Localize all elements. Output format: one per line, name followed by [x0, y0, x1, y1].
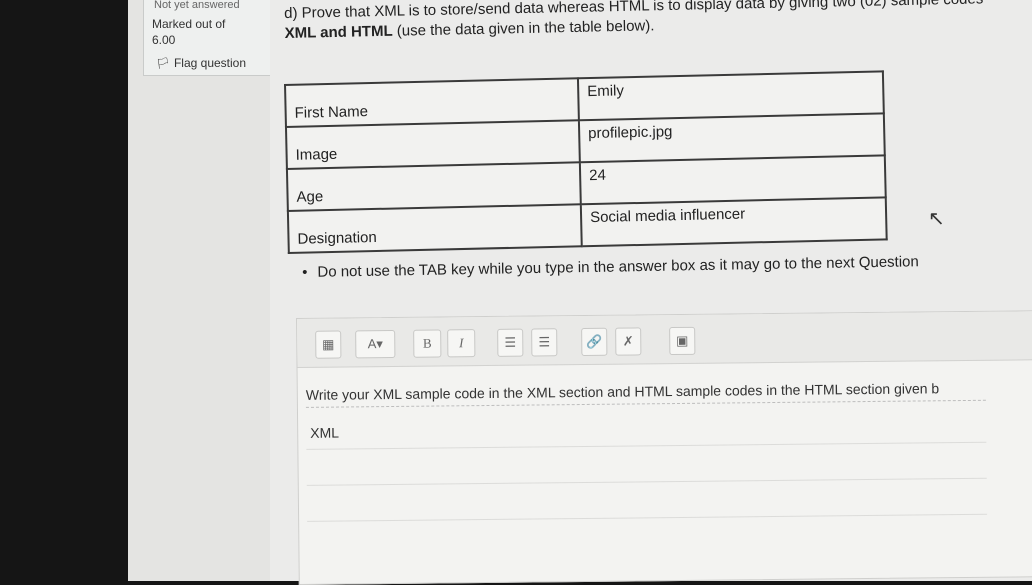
editor-line-2: XML — [310, 424, 340, 441]
row-label: First Name — [285, 78, 579, 127]
editor-content[interactable]: Write your XML sample code in the XML se… — [306, 359, 1032, 581]
row-label: Image — [285, 120, 580, 169]
italic-icon: I — [459, 335, 464, 351]
bold-button[interactable]: B — [413, 329, 442, 358]
editor-line-1: Write your XML sample code in the XML se… — [305, 380, 940, 403]
link-button[interactable]: 🔗 — [581, 327, 608, 357]
bullet-list-button[interactable]: ☰ — [497, 328, 524, 357]
font-color-button[interactable]: A▾ — [355, 329, 396, 359]
bullet-list-icon: ☰ — [504, 334, 517, 350]
data-table: First Name Emily Image profilepic.jpg Ag… — [284, 70, 888, 254]
toolbar-toggle-button[interactable]: ▦ — [315, 330, 342, 359]
bullet-dot: • — [302, 263, 308, 281]
answer-editor[interactable]: ▦ A▾ B I ☰ ☰ 🔗 ✗ ▣ Write your XML sample… — [296, 310, 1032, 585]
flag-label: Flag question — [173, 56, 247, 70]
numbered-list-button[interactable]: ☰ — [531, 328, 558, 357]
flag-question-link[interactable]: 🏳 Flag question — [156, 56, 246, 70]
editor-rule — [306, 441, 987, 450]
marked-label: Marked out of — [152, 17, 226, 31]
flag-icon: 🏳 — [156, 58, 170, 70]
row-label: Age — [286, 162, 581, 211]
unlink-icon: ✗ — [622, 333, 634, 349]
editor-rule — [307, 513, 988, 522]
question-status: Not yet answered — [154, 0, 240, 11]
numbered-list-icon: ☰ — [538, 334, 551, 350]
marked-value: 6.00 — [152, 33, 176, 47]
font-color-icon: A — [367, 336, 377, 352]
mouse-cursor-icon: ↖ — [928, 208, 945, 230]
row-value: profilepic.jpg — [578, 113, 885, 163]
editor-rule — [306, 477, 987, 486]
question-info-box: Not yet answered Marked out of 6.00 🏳 Fla… — [143, 0, 273, 76]
chevron-down-icon: ▾ — [376, 336, 383, 352]
row-label: Designation — [287, 204, 582, 253]
row-value: Social media influencer — [580, 197, 887, 247]
image-button[interactable]: ▣ — [669, 326, 696, 356]
link-icon: 🔗 — [586, 333, 603, 349]
unlink-button[interactable]: ✗ — [615, 327, 642, 356]
bold-icon: B — [422, 335, 432, 351]
image-icon: ▣ — [676, 332, 689, 349]
row-value: 24 — [579, 155, 886, 205]
row-value: Emily — [577, 71, 884, 121]
toolbar-toggle-icon: ▦ — [322, 336, 335, 352]
italic-button[interactable]: I — [447, 329, 476, 358]
marked-out-of: Marked out of 6.00 — [152, 16, 225, 48]
